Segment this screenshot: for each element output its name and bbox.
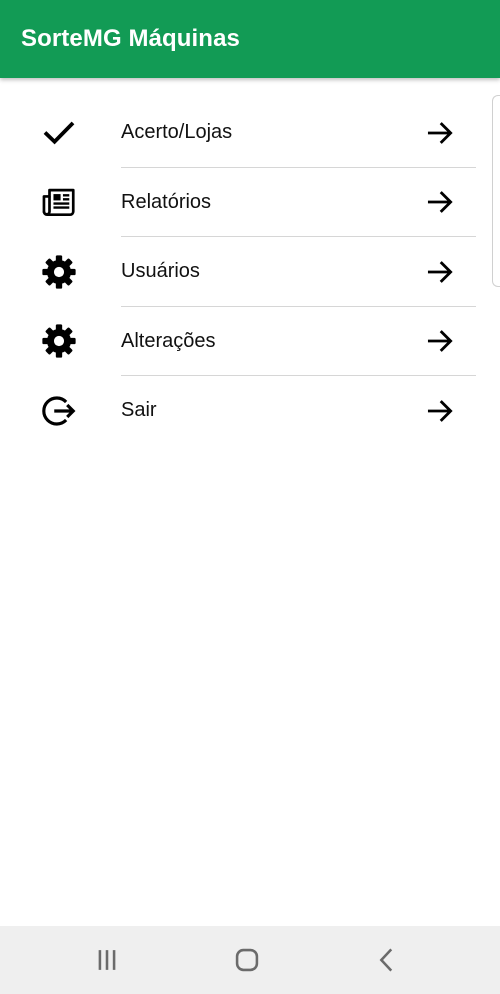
menu-item-label: Sair <box>121 399 157 422</box>
newspaper-icon <box>40 183 78 221</box>
menu-item-alteracoes[interactable]: Alterações <box>0 307 500 376</box>
main-menu: Acerto/Lojas Relatórios Usuários Alteraç… <box>0 98 500 446</box>
menu-item-label: Alterações <box>121 329 216 352</box>
menu-item-acerto-lojas[interactable]: Acerto/Lojas <box>0 98 500 168</box>
arrow-right-icon <box>423 394 457 428</box>
recent-apps-icon[interactable] <box>90 943 124 977</box>
menu-item-label: Acerto/Lojas <box>121 121 233 144</box>
menu-item-relatorios[interactable]: Relatórios <box>0 168 500 237</box>
menu-item-label: Usuários <box>121 260 200 283</box>
home-icon[interactable] <box>230 943 264 977</box>
system-navigation-bar <box>0 926 500 994</box>
screen: SorteMG Máquinas Acerto/Lojas Relatórios… <box>0 0 500 994</box>
arrow-right-icon <box>423 255 457 289</box>
arrow-right-icon <box>423 185 457 219</box>
edge-panel-handle[interactable] <box>492 95 500 287</box>
app-bar: SorteMG Máquinas <box>0 0 500 78</box>
check-icon <box>40 114 78 152</box>
gear-icon <box>40 253 78 291</box>
arrow-right-icon <box>423 116 457 150</box>
menu-item-sair[interactable]: Sair <box>0 376 500 446</box>
menu-item-usuarios[interactable]: Usuários <box>0 237 500 307</box>
gear-icon <box>40 322 78 360</box>
back-icon[interactable] <box>370 943 404 977</box>
logout-icon <box>40 392 78 430</box>
menu-item-label: Relatórios <box>121 190 212 213</box>
app-title: SorteMG Máquinas <box>21 25 240 52</box>
arrow-right-icon <box>423 324 457 358</box>
